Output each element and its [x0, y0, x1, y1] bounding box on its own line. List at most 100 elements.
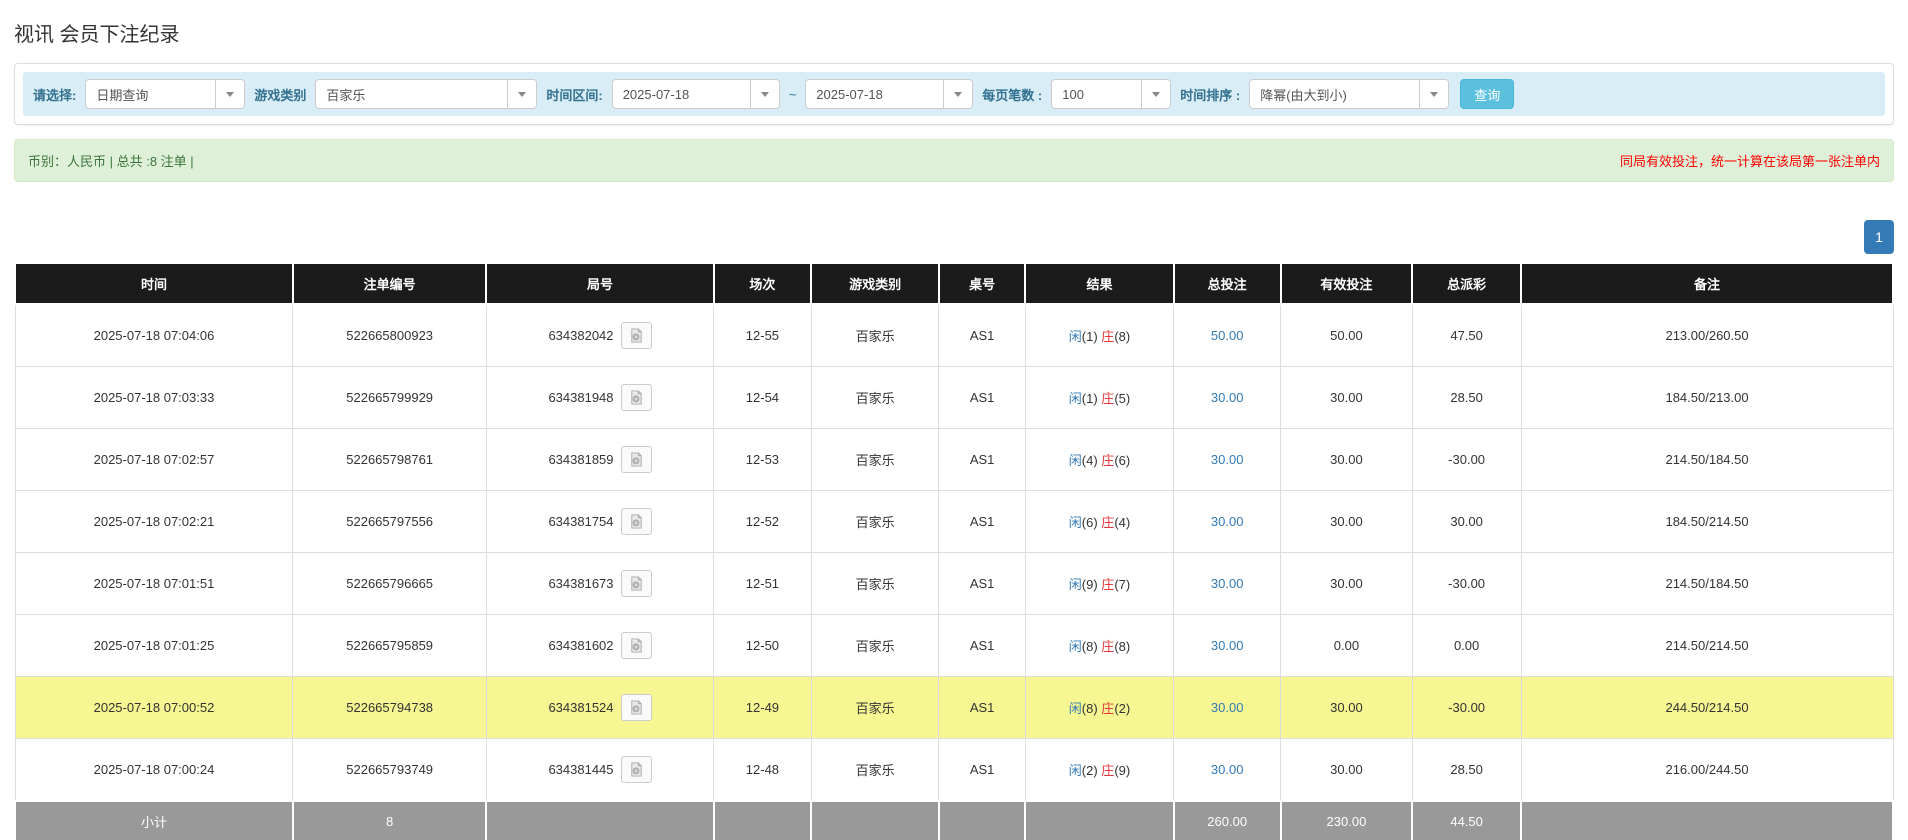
result-banker-label: 庄 [1101, 515, 1114, 530]
header-game-type: 游戏类别 [811, 263, 939, 304]
result-player-label: 闲 [1069, 453, 1082, 468]
time-sort-value: 降幂(由大到小) [1250, 80, 1419, 108]
header-valid-bet: 有效投注 [1281, 263, 1412, 304]
cell-session: 12-50 [714, 615, 812, 677]
total-bet-link[interactable]: 30.00 [1211, 638, 1244, 653]
subtotal-label: 小计 [15, 801, 293, 840]
cell-total-bet: 50.00 [1174, 304, 1281, 367]
round-number: 634381859 [548, 452, 613, 467]
cell-valid-bet: 30.00 [1281, 491, 1412, 553]
chevron-down-icon[interactable] [943, 80, 972, 108]
cell-payout: -30.00 [1412, 429, 1521, 491]
page-1-button[interactable]: 1 [1864, 220, 1894, 254]
cell-bet-id: 522665795859 [293, 615, 486, 677]
search-button[interactable]: 查询 [1460, 79, 1514, 109]
result-banker-score: (8) [1114, 329, 1130, 344]
result-banker-label: 庄 [1101, 763, 1114, 778]
total-bet-link[interactable]: 30.00 [1211, 514, 1244, 529]
cell-game: 百家乐 [811, 553, 939, 615]
video-replay-button[interactable] [621, 694, 652, 721]
chevron-down-icon[interactable] [750, 80, 779, 108]
video-file-icon [629, 700, 644, 715]
chevron-down-icon[interactable] [215, 80, 244, 108]
cell-game: 百家乐 [811, 304, 939, 367]
cell-session: 12-52 [714, 491, 812, 553]
subtotal-valid-bet: 230.00 [1281, 801, 1412, 840]
time-range-label: 时间区间: [546, 85, 602, 104]
date-to-value: 2025-07-18 [806, 80, 943, 108]
cell-round-id: 634381859 [486, 429, 713, 491]
video-file-icon [629, 638, 644, 653]
game-type-select[interactable]: 百家乐 [315, 79, 537, 109]
cell-remark: 244.50/214.50 [1521, 677, 1893, 739]
cell-result: 闲(1) 庄(8) [1025, 304, 1173, 367]
video-replay-button[interactable] [621, 570, 652, 597]
time-sort-label: 时间排序 : [1180, 85, 1240, 104]
cell-bet-id: 522665800923 [293, 304, 486, 367]
result-player-label: 闲 [1069, 577, 1082, 592]
total-bet-link[interactable]: 30.00 [1211, 390, 1244, 405]
cell-round-id: 634381602 [486, 615, 713, 677]
per-page-value: 100 [1052, 80, 1141, 108]
table-row: 2025-07-18 07:01:25 522665795859 6343816… [15, 615, 1893, 677]
cell-result: 闲(8) 庄(2) [1025, 677, 1173, 739]
video-replay-button[interactable] [621, 446, 652, 473]
cell-valid-bet: 0.00 [1281, 615, 1412, 677]
result-player-score: (9) [1082, 577, 1098, 592]
subtotal-count: 8 [293, 801, 486, 840]
total-bet-link[interactable]: 30.00 [1211, 452, 1244, 467]
filter-bar: 请选择: 日期查询 游戏类别 百家乐 时间区间: 2025-07-18 ~ 20… [23, 72, 1885, 116]
chevron-down-icon[interactable] [1141, 80, 1170, 108]
cell-time: 2025-07-18 07:03:33 [15, 367, 293, 429]
result-banker-label: 庄 [1101, 701, 1114, 716]
result-banker-label: 庄 [1101, 329, 1114, 344]
time-sort-select[interactable]: 降幂(由大到小) [1249, 79, 1449, 109]
total-bet-link[interactable]: 30.00 [1211, 576, 1244, 591]
header-remark: 备注 [1521, 263, 1893, 304]
cell-bet-id: 522665794738 [293, 677, 486, 739]
round-number: 634381602 [548, 638, 613, 653]
total-bet-link[interactable]: 30.00 [1211, 762, 1244, 777]
cell-table-no: AS1 [939, 553, 1025, 615]
date-from-select[interactable]: 2025-07-18 [612, 79, 780, 109]
video-replay-button[interactable] [621, 632, 652, 659]
video-file-icon [629, 576, 644, 591]
header-bet-id: 注单编号 [293, 263, 486, 304]
table-header-row: 时间 注单编号 局号 场次 游戏类别 桌号 结果 总投注 有效投注 总派彩 备注 [15, 263, 1893, 304]
summary-bar: 币别：人民币 | 总共 :8 注单 | 同局有效投注，统一计算在该局第一张注单内 [14, 139, 1894, 182]
total-bet-link[interactable]: 50.00 [1211, 328, 1244, 343]
query-type-select[interactable]: 日期查询 [85, 79, 245, 109]
select-type-label: 请选择: [33, 85, 76, 104]
cell-bet-id: 522665796665 [293, 553, 486, 615]
chevron-down-icon[interactable] [1419, 80, 1448, 108]
date-to-select[interactable]: 2025-07-18 [805, 79, 973, 109]
video-replay-button[interactable] [621, 322, 652, 349]
cell-payout: 47.50 [1412, 304, 1521, 367]
per-page-select[interactable]: 100 [1051, 79, 1171, 109]
chevron-down-icon[interactable] [507, 80, 536, 108]
result-banker-score: (7) [1114, 577, 1130, 592]
result-banker-score: (8) [1114, 639, 1130, 654]
cell-payout: 28.50 [1412, 739, 1521, 802]
video-file-icon [629, 514, 644, 529]
video-replay-button[interactable] [621, 384, 652, 411]
cell-round-id: 634381673 [486, 553, 713, 615]
result-banker-label: 庄 [1101, 391, 1114, 406]
video-replay-button[interactable] [621, 508, 652, 535]
cell-round-id: 634381445 [486, 739, 713, 802]
cell-session: 12-49 [714, 677, 812, 739]
video-replay-button[interactable] [621, 756, 652, 783]
cell-time: 2025-07-18 07:01:51 [15, 553, 293, 615]
cell-session: 12-48 [714, 739, 812, 802]
cell-total-bet: 30.00 [1174, 491, 1281, 553]
cell-round-id: 634382042 [486, 304, 713, 367]
cell-bet-id: 522665798761 [293, 429, 486, 491]
total-bet-link[interactable]: 30.00 [1211, 700, 1244, 715]
summary-notice: 同局有效投注，统一计算在该局第一张注单内 [1620, 151, 1880, 170]
date-from-value: 2025-07-18 [613, 80, 750, 108]
table-row: 2025-07-18 07:01:51 522665796665 6343816… [15, 553, 1893, 615]
cell-game: 百家乐 [811, 615, 939, 677]
cell-total-bet: 30.00 [1174, 367, 1281, 429]
cell-total-bet: 30.00 [1174, 553, 1281, 615]
result-player-score: (1) [1082, 329, 1098, 344]
